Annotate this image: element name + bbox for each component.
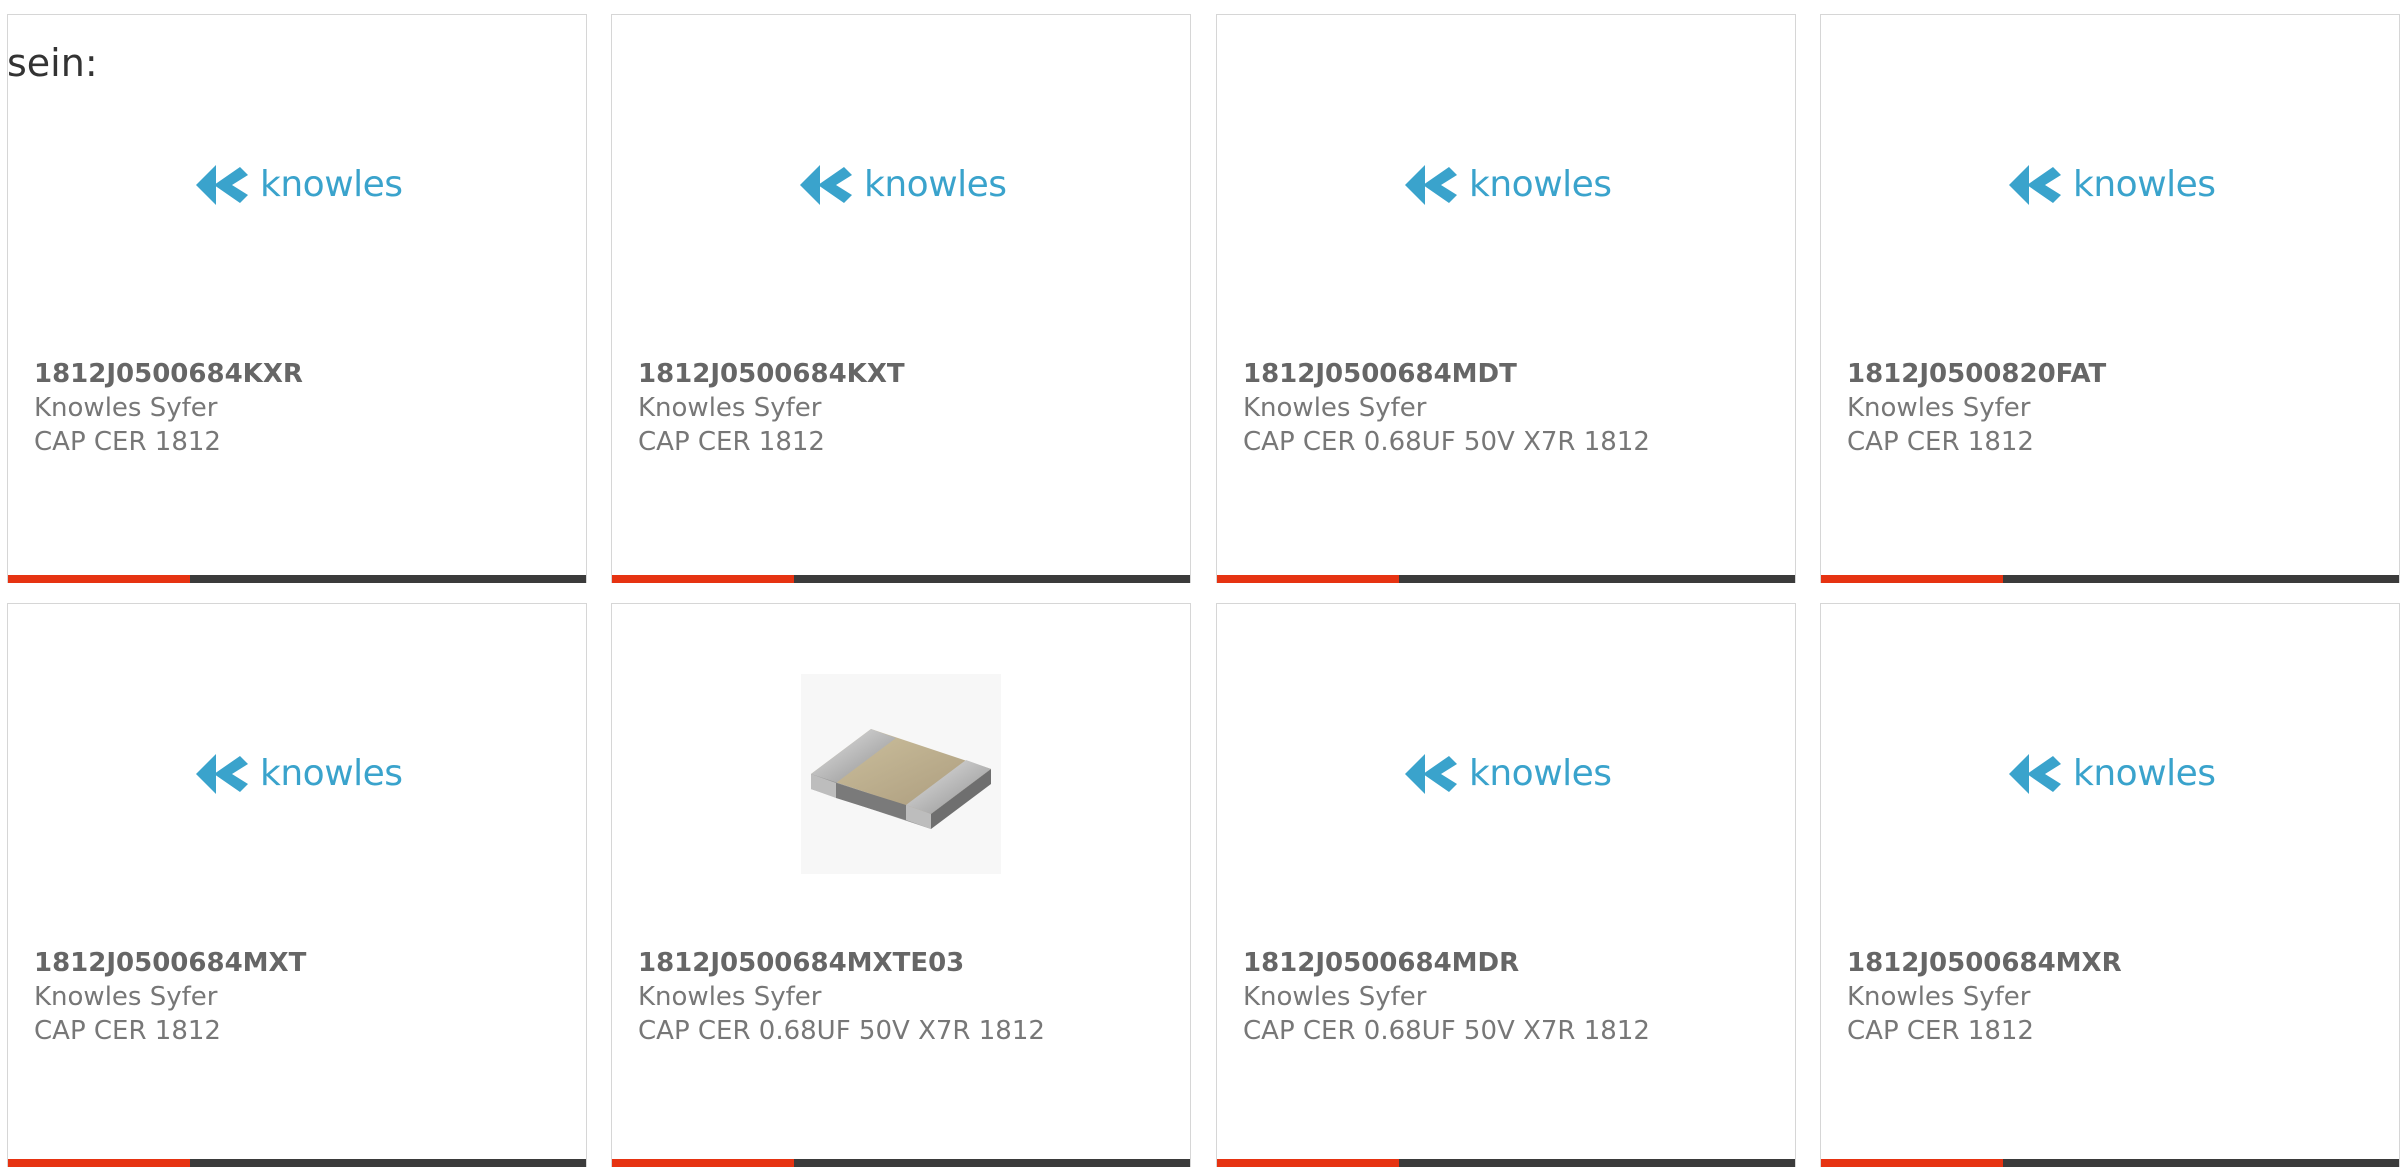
knowles-chevron-icon bbox=[800, 165, 852, 205]
knowles-logo: knowles bbox=[800, 163, 1007, 207]
product-card[interactable]: 1812J0500684MXTE03 Knowles Syfer CAP CER… bbox=[611, 603, 1191, 1167]
product-text: 1812J0500684KXR Knowles Syfer CAP CER 18… bbox=[34, 357, 566, 459]
product-card[interactable]: knowles 1812J0500820FAT Knowles Syfer CA… bbox=[1820, 14, 2400, 583]
product-card[interactable]: knowles 1812J0500684KXR Knowles Syfer CA… bbox=[7, 14, 587, 583]
card-bottom-bar bbox=[1821, 575, 2399, 583]
description: CAP CER 1812 bbox=[1847, 1016, 2034, 1046]
card-bottom-bar bbox=[8, 575, 586, 583]
knowles-chevron-icon bbox=[1405, 754, 1457, 794]
knowles-chevron-icon bbox=[196, 754, 248, 794]
card-bottom-bar bbox=[1821, 1159, 2399, 1167]
product-card[interactable]: knowles 1812J0500684KXT Knowles Syfer CA… bbox=[611, 14, 1191, 583]
part-number[interactable]: 1812J0500684MXR bbox=[1847, 946, 2379, 980]
product-image-area: knowles bbox=[1217, 604, 1795, 934]
product-image-area bbox=[612, 604, 1190, 934]
part-number[interactable]: 1812J0500684MDR bbox=[1243, 946, 1775, 980]
product-image-area: knowles bbox=[1821, 15, 2399, 345]
card-accent-bar bbox=[1217, 1159, 1399, 1167]
card-bottom-bar bbox=[612, 1159, 1190, 1167]
product-text: 1812J0500684MXT Knowles Syfer CAP CER 18… bbox=[34, 946, 566, 1048]
part-number[interactable]: 1812J0500684MXT bbox=[34, 946, 566, 980]
card-accent-bar bbox=[612, 1159, 794, 1167]
description: CAP CER 1812 bbox=[638, 427, 825, 457]
product-card[interactable]: knowles 1812J0500684MXT Knowles Syfer CA… bbox=[7, 603, 587, 1167]
manufacturer: Knowles Syfer bbox=[638, 393, 822, 423]
card-accent-bar bbox=[8, 1159, 190, 1167]
description: CAP CER 1812 bbox=[34, 427, 221, 457]
knowles-chevron-icon bbox=[1405, 165, 1457, 205]
knowles-logo: knowles bbox=[2009, 163, 2216, 207]
part-number[interactable]: 1812J0500684KXR bbox=[34, 357, 566, 391]
card-bottom-bar bbox=[1217, 575, 1795, 583]
card-accent-bar bbox=[1217, 575, 1399, 583]
product-image-area: knowles bbox=[1821, 604, 2399, 934]
description: CAP CER 0.68UF 50V X7R 1812 bbox=[1243, 1016, 1650, 1046]
manufacturer: Knowles Syfer bbox=[34, 393, 218, 423]
logo-wordmark: knowles bbox=[260, 164, 403, 205]
logo-wordmark: knowles bbox=[260, 753, 403, 794]
knowles-chevron-icon bbox=[2009, 754, 2061, 794]
card-bottom-bar bbox=[8, 1159, 586, 1167]
part-number[interactable]: 1812J0500684KXT bbox=[638, 357, 1170, 391]
product-grid: knowles 1812J0500684KXR Knowles Syfer CA… bbox=[0, 0, 2400, 1167]
product-text: 1812J0500820FAT Knowles Syfer CAP CER 18… bbox=[1847, 357, 2379, 459]
card-accent-bar bbox=[1821, 1159, 2003, 1167]
description: CAP CER 1812 bbox=[34, 1016, 221, 1046]
description: CAP CER 0.68UF 50V X7R 1812 bbox=[638, 1016, 1045, 1046]
product-text: 1812J0500684MDT Knowles Syfer CAP CER 0.… bbox=[1243, 357, 1775, 459]
capacitor-chip-image bbox=[811, 729, 991, 829]
knowles-logo: knowles bbox=[1405, 752, 1612, 796]
knowles-logo: knowles bbox=[196, 752, 403, 796]
product-card[interactable]: knowles 1812J0500684MDR Knowles Syfer CA… bbox=[1216, 603, 1796, 1167]
logo-wordmark: knowles bbox=[864, 164, 1007, 205]
product-text: 1812J0500684KXT Knowles Syfer CAP CER 18… bbox=[638, 357, 1170, 459]
knowles-logo: knowles bbox=[1405, 163, 1612, 207]
manufacturer: Knowles Syfer bbox=[1847, 393, 2031, 423]
logo-wordmark: knowles bbox=[2073, 164, 2216, 205]
part-number[interactable]: 1812J0500684MDT bbox=[1243, 357, 1775, 391]
logo-wordmark: knowles bbox=[1469, 164, 1612, 205]
smd-capacitor-photo bbox=[801, 674, 1001, 874]
product-text: 1812J0500684MDR Knowles Syfer CAP CER 0.… bbox=[1243, 946, 1775, 1048]
card-accent-bar bbox=[8, 575, 190, 583]
product-image-area: knowles bbox=[8, 604, 586, 934]
manufacturer: Knowles Syfer bbox=[34, 982, 218, 1012]
card-bottom-bar bbox=[1217, 1159, 1795, 1167]
page: sein: knowles 1812J0500684KXR Knowles Sy… bbox=[0, 0, 2400, 1167]
product-image-area: knowles bbox=[1217, 15, 1795, 345]
product-card[interactable]: knowles 1812J0500684MXR Knowles Syfer CA… bbox=[1820, 603, 2400, 1167]
product-card[interactable]: knowles 1812J0500684MDT Knowles Syfer CA… bbox=[1216, 14, 1796, 583]
manufacturer: Knowles Syfer bbox=[1847, 982, 2031, 1012]
description: CAP CER 1812 bbox=[1847, 427, 2034, 457]
logo-wordmark: knowles bbox=[1469, 753, 1612, 794]
product-image-area: knowles bbox=[612, 15, 1190, 345]
part-number[interactable]: 1812J0500820FAT bbox=[1847, 357, 2379, 391]
logo-wordmark: knowles bbox=[2073, 753, 2216, 794]
card-bottom-bar bbox=[612, 575, 1190, 583]
manufacturer: Knowles Syfer bbox=[638, 982, 822, 1012]
knowles-chevron-icon bbox=[2009, 165, 2061, 205]
product-text: 1812J0500684MXR Knowles Syfer CAP CER 18… bbox=[1847, 946, 2379, 1048]
manufacturer: Knowles Syfer bbox=[1243, 982, 1427, 1012]
knowles-logo: knowles bbox=[2009, 752, 2216, 796]
knowles-logo: knowles bbox=[196, 163, 403, 207]
product-text: 1812J0500684MXTE03 Knowles Syfer CAP CER… bbox=[638, 946, 1170, 1048]
description: CAP CER 0.68UF 50V X7R 1812 bbox=[1243, 427, 1650, 457]
intro-text: sein: bbox=[7, 41, 98, 85]
card-accent-bar bbox=[1821, 575, 2003, 583]
card-accent-bar bbox=[612, 575, 794, 583]
part-number[interactable]: 1812J0500684MXTE03 bbox=[638, 946, 1170, 980]
knowles-chevron-icon bbox=[196, 165, 248, 205]
manufacturer: Knowles Syfer bbox=[1243, 393, 1427, 423]
